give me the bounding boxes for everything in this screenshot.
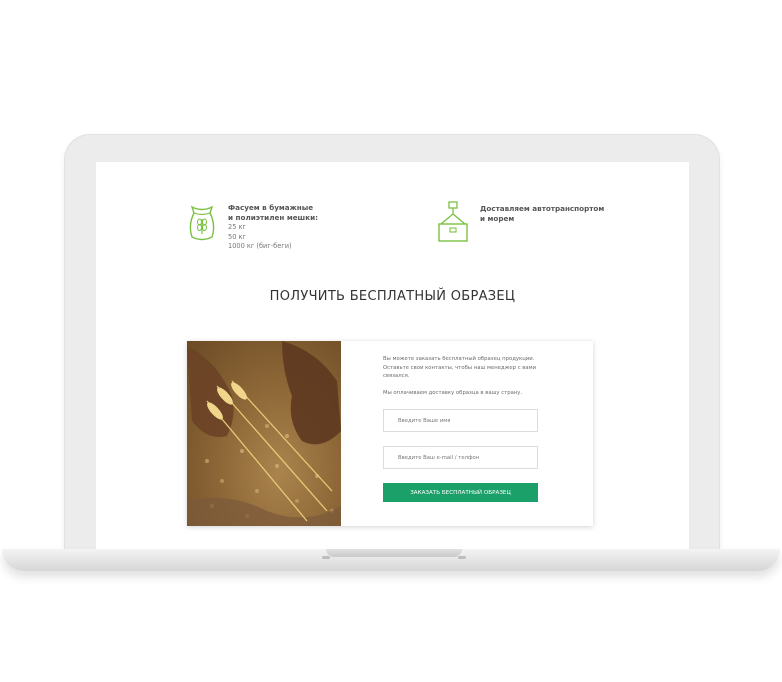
wheat-hands-photo	[187, 341, 341, 526]
name-input[interactable]	[383, 409, 538, 432]
order-sample-button[interactable]: ЗАКАЗАТЬ БЕСПЛАТНЫЙ ОБРАЗЕЦ	[383, 483, 538, 502]
laptop-screen: Фасуем в бумажные и полиэтилен мешки: 25…	[96, 162, 689, 549]
laptop-notch	[326, 549, 462, 557]
intro-text: связался.	[383, 373, 410, 379]
contact-input[interactable]	[383, 446, 538, 469]
feature-packaging: Фасуем в бумажные и полиэтилен мешки: 25…	[186, 203, 318, 252]
section-heading: ПОЛУЧИТЬ БЕСПЛАТНЫЙ ОБРАЗЕЦ	[269, 289, 516, 304]
sample-form: Вы можете заказать бесплатный образец пр…	[383, 355, 553, 502]
feature-title: Фасуем в бумажные	[228, 203, 314, 212]
feature-detail: 1000 кг (биг-беги)	[228, 242, 292, 250]
grain-sack-icon	[189, 205, 215, 241]
feature-delivery: Доставляем автотранспортом и морем	[436, 200, 604, 244]
laptop-hinge-left	[322, 556, 330, 559]
intro-text: Оставьте свои контакты, чтобы наш менедж…	[383, 364, 537, 371]
laptop-hinge-right	[458, 556, 466, 559]
feature-title: Доставляем автотранспортом	[480, 204, 605, 213]
laptop-base	[2, 549, 780, 571]
crane-container-icon	[438, 201, 468, 242]
feature-detail: 25 кг	[228, 223, 246, 231]
intro-text: Вы можете заказать бесплатный образец пр…	[383, 356, 535, 362]
feature-title: и полиэтилен мешки:	[228, 213, 318, 222]
feature-detail: 50 кг	[228, 232, 246, 241]
feature-title: и морем	[480, 214, 515, 223]
delivery-note: Мы оплачиваем доставку образца в вашу ст…	[383, 389, 523, 396]
sample-request-card: Вы можете заказать бесплатный образец пр…	[187, 341, 593, 526]
